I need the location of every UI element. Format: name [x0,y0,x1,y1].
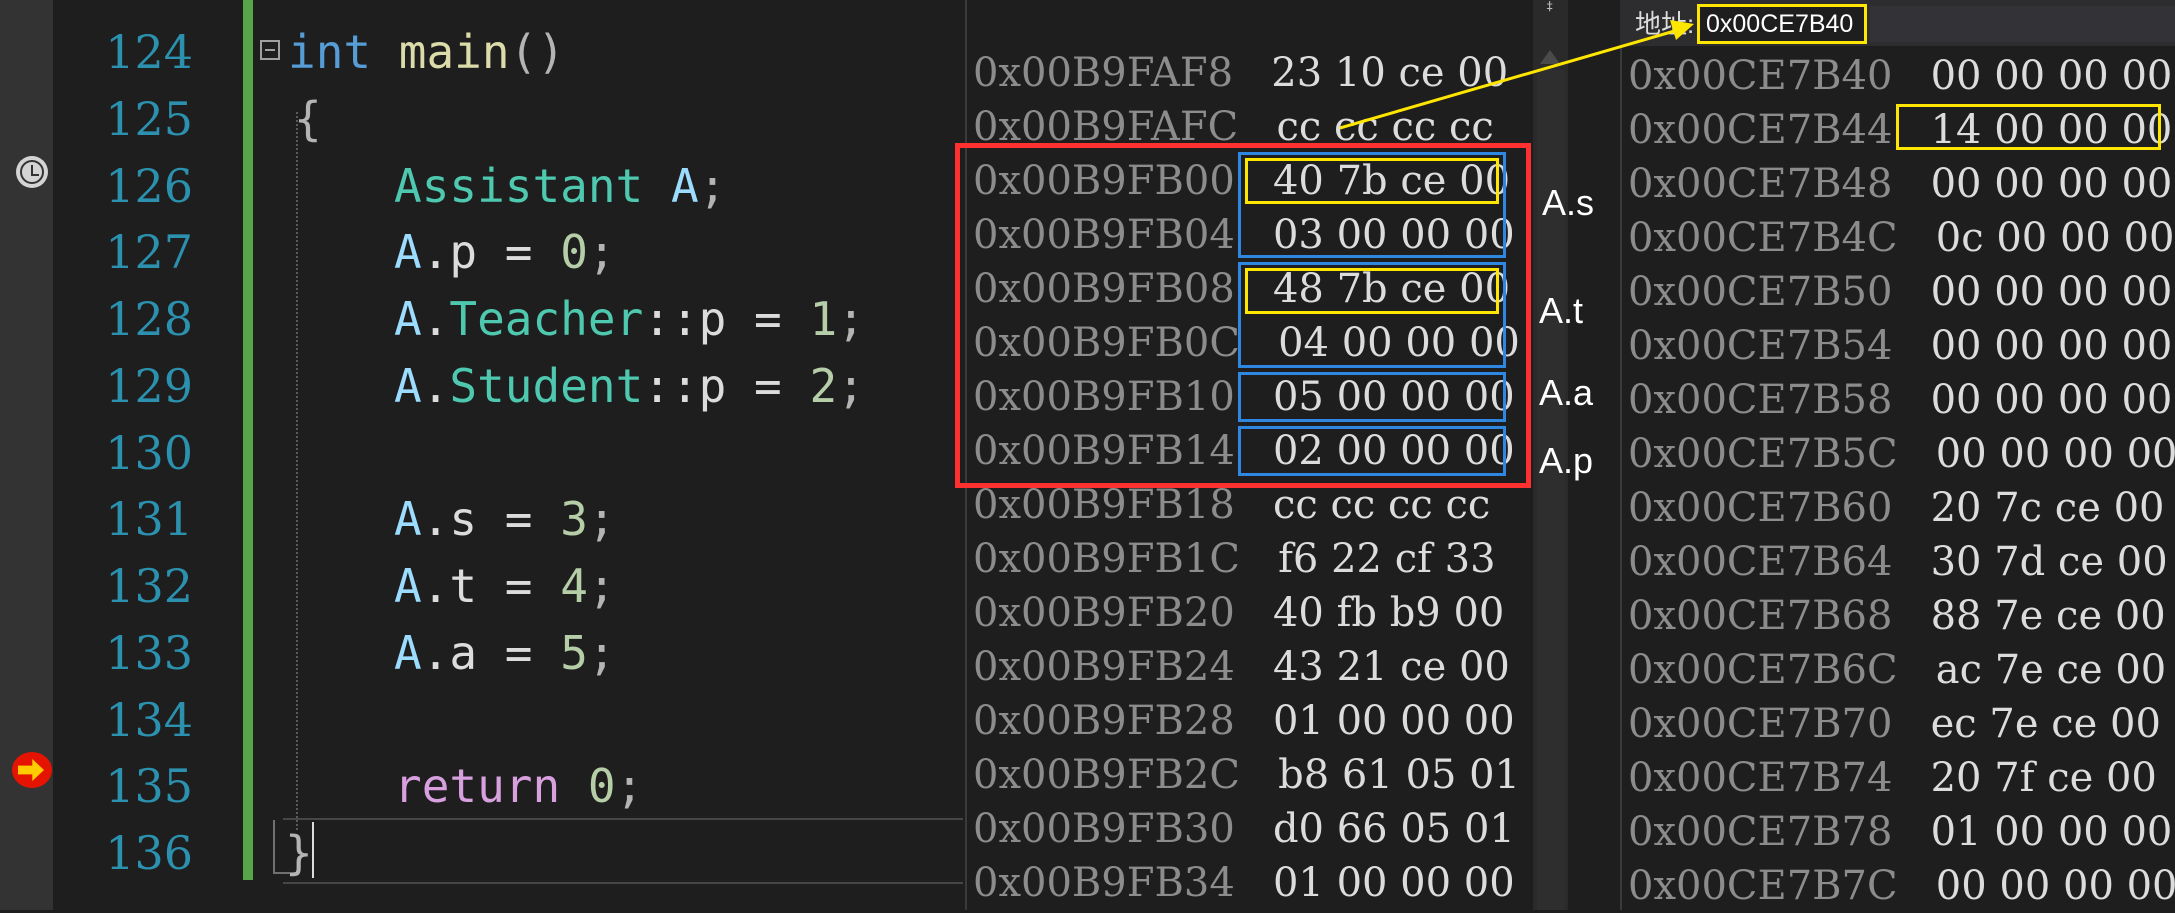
pointer-arrow [1339,20,1694,130]
pointer-arrow-head [1670,20,1694,40]
pointer-arrow-line [1339,28,1679,130]
